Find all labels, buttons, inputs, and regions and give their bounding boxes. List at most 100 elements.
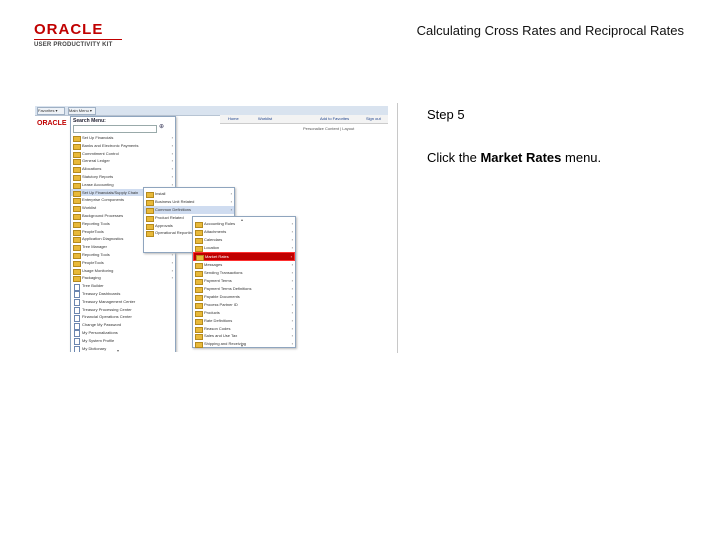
menu-item[interactable]: Usage Monitoring › [71, 267, 175, 275]
chevron-right-icon: › [171, 259, 173, 265]
menu-item[interactable]: Calendars › [193, 236, 295, 244]
menu-search-input[interactable] [73, 125, 157, 133]
menu-item-label: Process Partner ID [204, 301, 238, 307]
menu-item-label: General Ledger [82, 158, 110, 164]
menu-item[interactable]: Payable Documents › [193, 293, 295, 302]
logo-rule [34, 39, 122, 40]
chevron-right-icon: › [171, 275, 173, 281]
menu-item-label: Set Up Financials/Supply Chain [82, 189, 139, 195]
menu-item-label: Operational Reporting [155, 230, 195, 236]
menu-item-label: Payment Terms Definitions [204, 286, 252, 292]
menu-item[interactable]: Packaging › [71, 274, 175, 283]
menu-item[interactable]: Sending Transactions › [193, 269, 295, 278]
menu-item[interactable]: Allocations › [71, 165, 175, 174]
menu-item-label: Financial Operations Center [82, 314, 132, 320]
app-brand-logo: ORACLE [37, 120, 67, 127]
menu-item-label: PeopleTools [82, 228, 104, 234]
menu-item-label: Shipping and Receiving [204, 341, 247, 347]
chevron-right-icon: › [171, 173, 173, 179]
menu-item-label: Change My Password [82, 322, 122, 328]
chevron-right-icon: › [291, 244, 293, 250]
menu-item[interactable]: Payment Terms Definitions › [193, 285, 295, 294]
menu-item[interactable]: My Personalizations [71, 329, 175, 338]
menu-item[interactable]: Rate Definitions › [193, 317, 295, 325]
menu-item[interactable]: Accounting Rules › [193, 220, 295, 228]
chevron-right-icon: › [291, 221, 293, 226]
menu-item[interactable]: Reason Codes › [193, 325, 295, 333]
application-screenshot: Favorites ▾ Main Menu ▾ Home Worklist Ad… [35, 106, 388, 352]
menu-item[interactable]: Treasury Management Center [71, 298, 175, 307]
chevron-right-icon: › [171, 142, 173, 148]
menu-item-label: PeopleTools [82, 259, 104, 265]
favorites-menu[interactable]: Favorites ▾ [37, 107, 65, 115]
menu-item[interactable]: PeopleTools › [71, 259, 175, 267]
menu-item[interactable]: Shipping and Receiving › [193, 340, 295, 349]
menu-item-label: Attachments [204, 228, 227, 234]
menu-item[interactable]: Messages › [193, 261, 295, 270]
menu-item[interactable]: Treasury Dashboards [71, 290, 175, 299]
chevron-right-icon: › [171, 158, 173, 164]
menu-item[interactable]: My Dictionary [71, 345, 175, 352]
chevron-right-icon: › [291, 228, 293, 234]
menu-item[interactable]: Statutory Reports › [71, 173, 175, 181]
chevron-right-icon: › [291, 325, 293, 331]
menu-item-label: Lease Accounting [82, 181, 114, 187]
document-icon [74, 346, 80, 352]
logo-subtitle: USER PRODUCTIVITY KIT [34, 42, 113, 48]
menu-item-label: Set Up Financials [82, 135, 114, 140]
folder-icon [195, 342, 203, 349]
menu-item-label: Install [155, 191, 166, 196]
menu-item[interactable]: General Ledger › [71, 157, 175, 166]
menu-item[interactable]: Products › [193, 309, 295, 317]
worklist-link[interactable]: Worklist [258, 116, 272, 122]
menu-item[interactable]: Tree Builder [71, 282, 175, 291]
menu-item[interactable]: Treasury Processing Center [71, 306, 175, 315]
home-link[interactable]: Home [228, 116, 239, 122]
menu-item[interactable]: Install › [144, 190, 234, 198]
menu-item-label: Sales and Use Tax [204, 333, 238, 339]
menu-item[interactable]: Business Unit Related › [144, 198, 234, 206]
add-to-favorites-link[interactable]: Add to Favorites [320, 116, 349, 122]
menu-item[interactable]: Banks and Electronic Payments › [71, 142, 175, 150]
menu-item-label: Treasury Management Center [82, 298, 136, 304]
menu-item[interactable]: My System Profile [71, 337, 175, 346]
chevron-right-icon: › [291, 309, 293, 315]
menu-item[interactable]: Market Rates › [193, 251, 295, 262]
instruction-target: Market Rates [480, 150, 562, 165]
chevron-right-icon: › [230, 206, 232, 212]
menu-item-label: Location [204, 244, 220, 250]
menu-item[interactable]: Attachments › [193, 228, 295, 236]
menu-item-label: Tree Builder [82, 283, 104, 289]
personalize-links[interactable]: Personalize Content | Layout [303, 126, 354, 131]
instruction-suffix: menu. [561, 150, 602, 165]
chevron-right-icon: › [290, 253, 292, 259]
chevron-right-icon: › [230, 198, 232, 204]
logo-wordmark: ORACLE [34, 21, 104, 38]
menu-item-label: Market Rates [205, 253, 229, 259]
menu-item-label: Messages [204, 262, 223, 268]
chevron-right-icon: › [291, 270, 293, 276]
menu-item[interactable]: Payment Terms › [193, 277, 295, 286]
menu-item[interactable]: Common Definitions › [144, 205, 234, 214]
menu-item-label: Approvals [155, 222, 173, 228]
scroll-down-icon[interactable]: ▾ [117, 348, 119, 352]
menu-item[interactable]: Set Up Financials › [71, 134, 175, 142]
menu-item[interactable]: Commitment Control › [71, 150, 175, 158]
menu-item[interactable]: Change My Password [71, 321, 175, 330]
scroll-down-icon[interactable]: ▾ [241, 343, 243, 348]
menu-item-label: Treasury Dashboards [82, 290, 121, 296]
menu-item[interactable]: Location › [193, 244, 295, 252]
menu-item[interactable]: Financial Operations Center [71, 313, 175, 322]
menu-item-label: Background Processes [82, 212, 124, 218]
search-icon[interactable]: ⊕ [159, 124, 166, 131]
menu-item-label: Application Diagnostics [82, 236, 124, 242]
menu-item[interactable]: Process Partner ID › [193, 301, 295, 309]
chevron-right-icon: › [291, 262, 293, 268]
chevron-right-icon: › [291, 341, 293, 347]
sign-out-link[interactable]: Sign out [366, 116, 381, 122]
menu-item-label: Common Definitions [155, 206, 192, 212]
menu-item-label: Statutory Reports [82, 173, 114, 179]
main-menu[interactable]: Main Menu ▾ [68, 107, 96, 115]
chevron-right-icon: › [291, 301, 293, 307]
menu-item[interactable]: Sales and Use Tax › [193, 332, 295, 341]
